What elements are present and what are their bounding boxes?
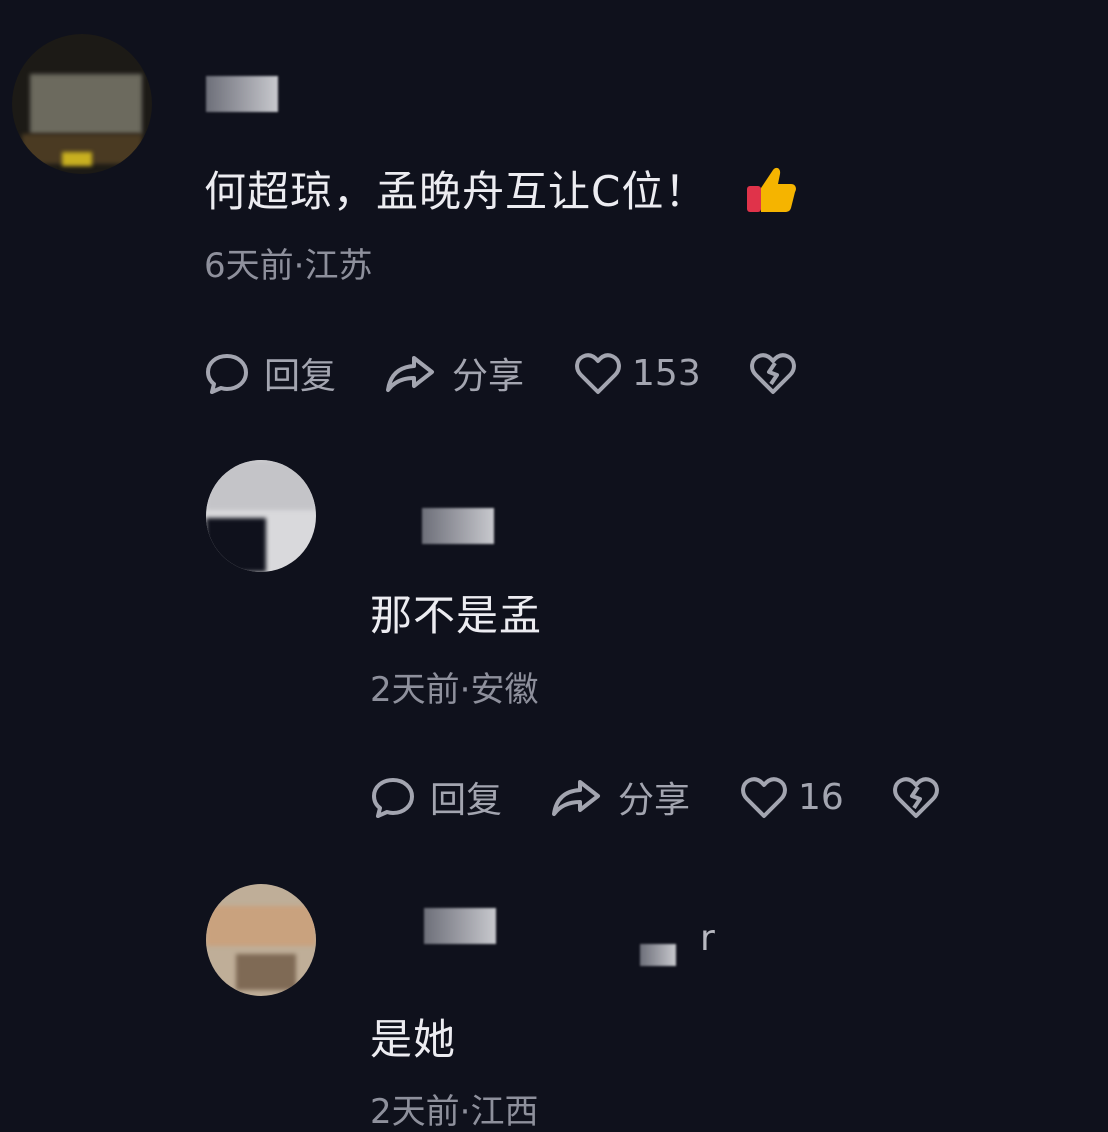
username-redacted[interactable] (640, 944, 676, 966)
reply-item: r 是她 2天前·江西 (0, 0, 1108, 1132)
comment-thread: 何超琼，孟晚舟互让C位！ 6天前·江苏 回复 分享 153 那不是孟 2天前·安… (0, 0, 1108, 1132)
comment-meta: 2天前·江西 (370, 1092, 539, 1132)
username-redacted[interactable] (424, 908, 496, 944)
username-fragment: r (700, 918, 715, 959)
comment-text: 是她 (370, 1015, 457, 1064)
avatar[interactable] (206, 884, 316, 996)
